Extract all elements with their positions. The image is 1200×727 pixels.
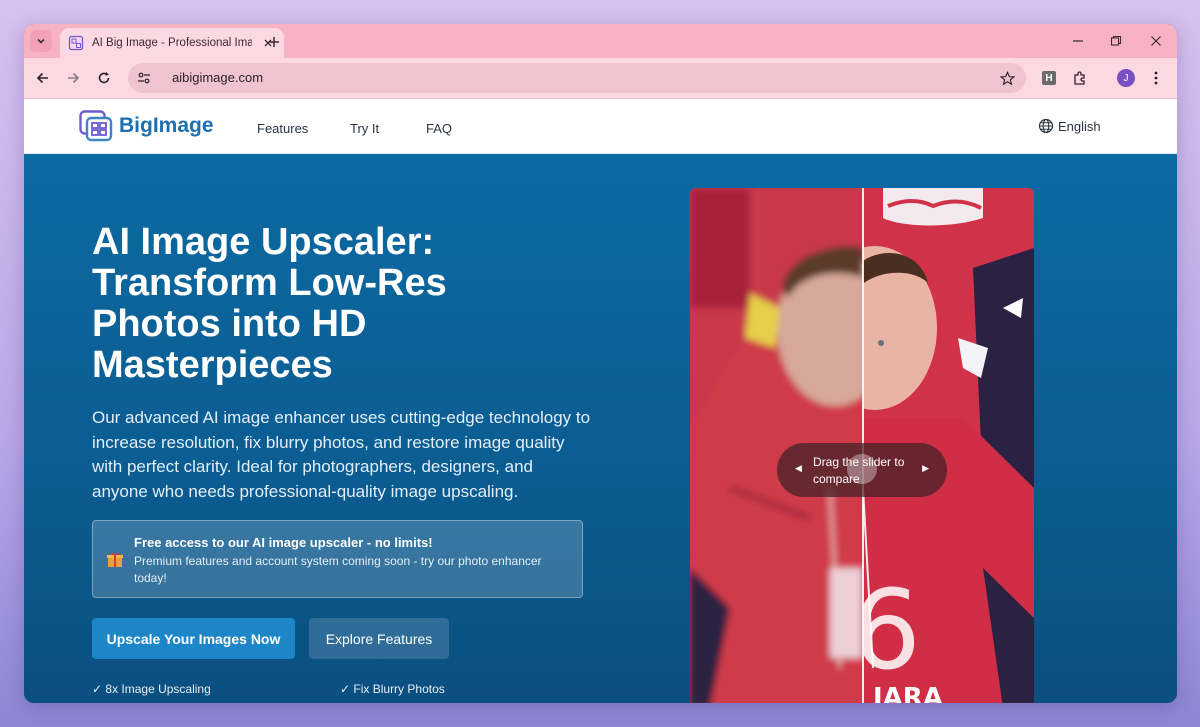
- notice-text: Premium features and account system comi…: [134, 554, 542, 585]
- feature-item: ✓ 8x Image Upscaling: [92, 682, 211, 696]
- svg-text:6: 6: [863, 566, 921, 694]
- nav-features[interactable]: Features: [257, 121, 308, 136]
- close-icon: [1151, 36, 1161, 46]
- address-bar[interactable]: aibigimage.com: [128, 63, 1026, 93]
- restore-button[interactable]: [1106, 32, 1126, 50]
- tab-search-button[interactable]: [30, 30, 52, 52]
- browser-menu-icon[interactable]: [1146, 68, 1166, 88]
- plus-icon: [269, 37, 279, 47]
- profile-avatar[interactable]: J: [1116, 68, 1136, 88]
- site-logo[interactable]: BigImage: [79, 110, 214, 142]
- notice-title: Free access to our AI image upscaler - n…: [134, 535, 433, 550]
- site-settings-icon[interactable]: [134, 68, 154, 88]
- arrow-left-icon: [36, 72, 48, 84]
- forward-button[interactable]: [63, 68, 83, 88]
- nav-faq[interactable]: FAQ: [426, 121, 452, 136]
- language-label: English: [1058, 118, 1101, 134]
- browser-tab[interactable]: AI Big Image - Professional Ima: [60, 28, 284, 58]
- close-window-button[interactable]: [1146, 32, 1166, 50]
- hero-description: Our advanced AI image enhancer uses cutt…: [92, 408, 591, 501]
- hero-title: AI Image Upscaler: Transform Low-Res Pho…: [92, 221, 447, 386]
- extensions-puzzle-icon[interactable]: [1070, 68, 1090, 88]
- reload-button[interactable]: [94, 68, 114, 88]
- extension-h-icon[interactable]: H: [1039, 68, 1059, 88]
- gift-icon: [105, 549, 127, 571]
- explore-features-button[interactable]: Explore Features: [309, 618, 449, 659]
- browser-toolbar: aibigimage.com H J: [24, 58, 1177, 99]
- minimize-icon: [1073, 40, 1083, 42]
- extension-h-label: H: [1042, 71, 1056, 85]
- arrow-left-icon: ◀: [795, 463, 802, 473]
- bookmark-star-icon[interactable]: [998, 69, 1016, 87]
- hero-section: AI Image Upscaler: Transform Low-Res Pho…: [24, 154, 1177, 703]
- chevron-down-icon: [37, 38, 45, 44]
- compare-slider-handle[interactable]: ◀ Drag the slider to compare ▶: [777, 443, 947, 497]
- site-header: BigImage Features Try It FAQ English: [24, 99, 1177, 154]
- arrow-right-icon: [68, 72, 80, 84]
- upscale-images-button[interactable]: Upscale Your Images Now: [92, 618, 295, 659]
- tab-title: AI Big Image - Professional Ima: [92, 37, 252, 49]
- free-access-notice: Free access to our AI image upscaler - n…: [92, 520, 583, 598]
- profile-initial: J: [1117, 69, 1135, 87]
- before-after-comparison[interactable]: 6 JARA ◀ Drag the slider to compare ▶: [690, 188, 1034, 703]
- tab-strip: AI Big Image - Professional Ima: [24, 24, 1177, 58]
- logo-icon: [79, 110, 113, 142]
- site-favicon-icon: [68, 35, 84, 51]
- arrow-right-icon: ▶: [922, 463, 929, 473]
- logo-text: BigImage: [119, 114, 214, 137]
- restore-icon: [1110, 35, 1122, 46]
- nav-try-it[interactable]: Try It: [350, 121, 379, 136]
- url-text[interactable]: aibigimage.com: [172, 70, 263, 85]
- globe-icon: [1038, 118, 1054, 134]
- feature-item: ✓ Fix Blurry Photos: [340, 682, 445, 696]
- browser-window: AI Big Image - Professional Ima aibigima…: [24, 24, 1177, 703]
- back-button[interactable]: [33, 68, 53, 88]
- new-tab-button[interactable]: [264, 32, 284, 52]
- svg-text:JARA: JARA: [871, 683, 943, 703]
- language-selector[interactable]: English: [1038, 118, 1101, 134]
- slider-hint: Drag the slider to compare: [813, 455, 905, 486]
- reload-icon: [98, 72, 110, 84]
- minimize-button[interactable]: [1068, 32, 1088, 50]
